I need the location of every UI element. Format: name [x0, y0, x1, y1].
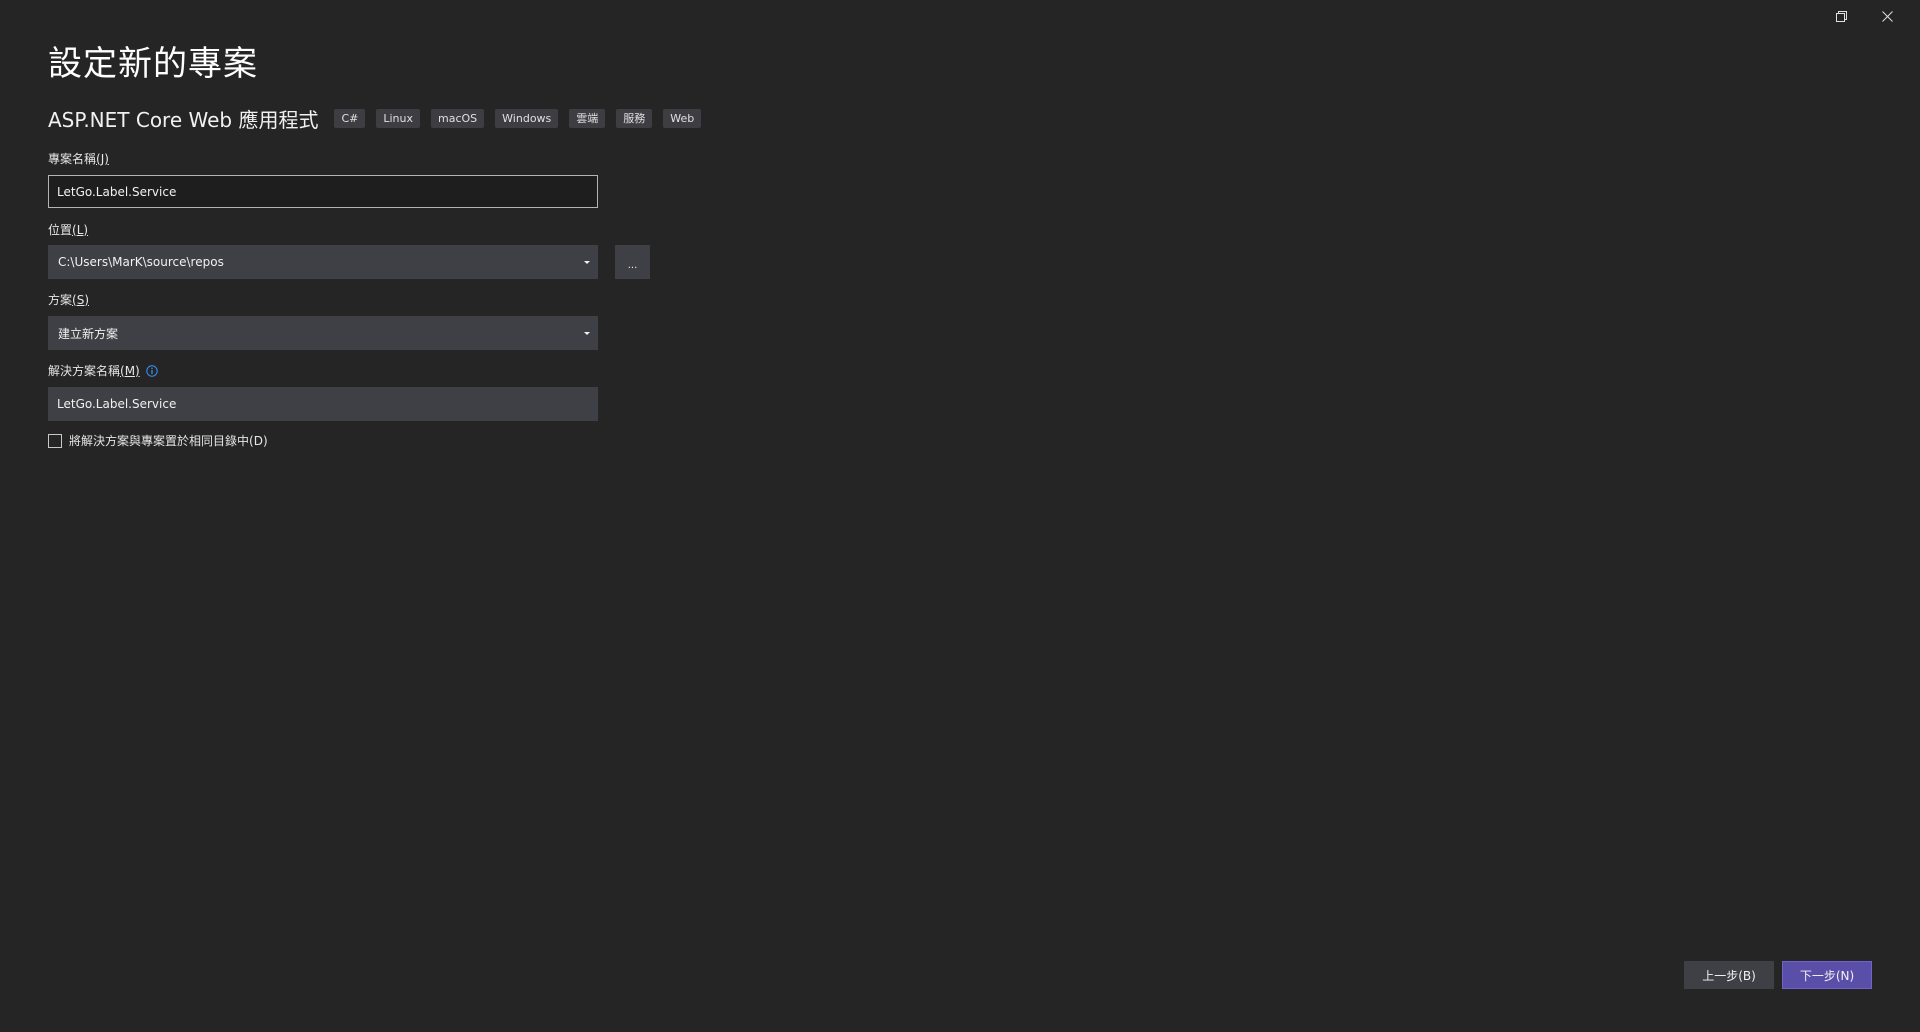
tag-linux: Linux: [376, 109, 421, 128]
project-name-label-text: 專案名稱: [48, 152, 97, 166]
tag-service: 服務: [616, 109, 653, 128]
solution-label: 方案 (S): [48, 291, 89, 308]
location-value: C:\Users\MarK\source\repos: [58, 255, 224, 269]
restore-button[interactable]: [1818, 6, 1864, 26]
solution-label-text: 方案: [48, 293, 73, 307]
chevron-down-icon: [584, 331, 590, 335]
close-icon: [1881, 10, 1893, 22]
location-hotkey: (L): [72, 222, 89, 237]
solution-name-hotkey: (M): [120, 363, 140, 378]
project-name-input[interactable]: [48, 175, 598, 208]
solution-name-label-text: 解決方案名稱: [48, 364, 121, 378]
same-directory-option[interactable]: 將解決方案與專案置於相同目錄中 (D): [48, 432, 268, 449]
tag-web: Web: [663, 109, 702, 128]
window-controls: [1818, 6, 1910, 26]
close-button[interactable]: [1864, 6, 1910, 26]
tag-cloud: 雲端: [569, 109, 606, 128]
solution-combobox[interactable]: 建立新方案: [48, 316, 598, 350]
location-combobox[interactable]: C:\Users\MarK\source\repos: [48, 245, 598, 279]
tag-csharp: C#: [334, 109, 366, 128]
location-label-text: 位置: [48, 223, 73, 237]
project-name-label: 專案名稱 (J): [48, 150, 109, 167]
tag-macos: macOS: [431, 109, 485, 128]
create-project-dialog: 設定新的專案 ASP.NET Core Web 應用程式 C# Linux ma…: [0, 0, 1920, 1032]
restore-icon: [1835, 10, 1847, 22]
tag-windows: Windows: [495, 109, 559, 128]
next-button[interactable]: 下一步(N): [1782, 961, 1872, 989]
browse-button[interactable]: ...: [615, 245, 650, 279]
chevron-down-icon: [584, 260, 590, 264]
same-directory-hotkey: (D): [249, 433, 268, 448]
solution-name-label: 解決方案名稱 (M): [48, 362, 158, 379]
solution-name-input[interactable]: LetGo.Label.Service: [48, 387, 598, 421]
project-name-hotkey: (J): [96, 151, 109, 166]
solution-value: 建立新方案: [58, 326, 119, 341]
template-summary: ASP.NET Core Web 應用程式 C# Linux macOS Win…: [48, 104, 712, 133]
solution-hotkey: (S): [72, 292, 89, 307]
page-title: 設定新的專案: [48, 44, 258, 84]
same-directory-label: 將解決方案與專案置於相同目錄中: [69, 434, 250, 448]
info-icon[interactable]: [146, 364, 158, 377]
template-name: ASP.NET Core Web 應用程式: [48, 108, 319, 132]
back-button[interactable]: 上一步(B): [1684, 961, 1774, 989]
location-label: 位置 (L): [48, 221, 88, 238]
same-directory-checkbox[interactable]: [48, 433, 62, 448]
